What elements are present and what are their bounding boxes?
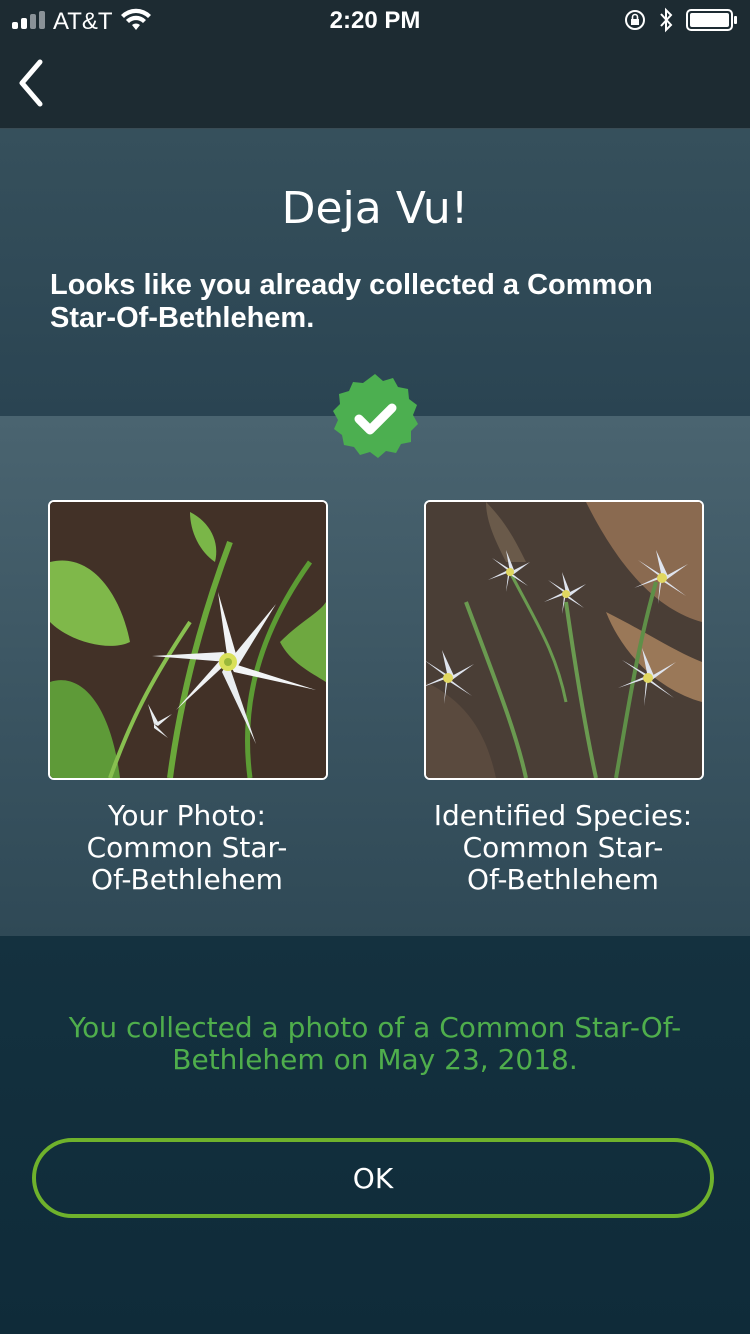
rotation-lock-icon: [625, 10, 645, 30]
bluetooth-icon: [660, 7, 673, 33]
ok-button[interactable]: OK: [32, 1138, 714, 1218]
species-photo-image: [426, 502, 702, 778]
caption-species-line2: Of-Bethlehem: [467, 863, 659, 896]
caption-label: Identified Species:: [433, 799, 693, 832]
identified-species-caption: Identified Species: Common Star- Of-Beth…: [413, 800, 713, 896]
battery-icon: [686, 9, 737, 31]
photo-comparison-panel: Your Photo: Common Star- Of-Bethlehem Id…: [0, 374, 750, 936]
navigation-bar: [0, 40, 750, 129]
caption-species-line2: Of-Bethlehem: [91, 863, 283, 896]
caption-label: Your Photo:: [108, 799, 266, 832]
collection-message: You collected a photo of a Common Star-O…: [68, 1011, 682, 1076]
back-button[interactable]: [10, 54, 54, 112]
identified-species-photo[interactable]: [424, 500, 704, 780]
bottom-section: You collected a photo of a Common Star-O…: [0, 936, 750, 1334]
status-bar: AT&T 2:20 PM: [0, 0, 750, 40]
checkmark-badge-icon: [333, 374, 418, 458]
user-photo-caption: Your Photo: Common Star- Of-Bethlehem: [37, 800, 337, 896]
page-title: Deja Vu!: [281, 183, 469, 234]
caption-species-line1: Common Star-: [86, 831, 288, 864]
caption-species-line1: Common Star-: [462, 831, 664, 864]
user-photo-image: [50, 502, 326, 778]
page-subtitle: Looks like you already collected a Commo…: [50, 269, 653, 334]
user-photo[interactable]: [48, 500, 328, 780]
